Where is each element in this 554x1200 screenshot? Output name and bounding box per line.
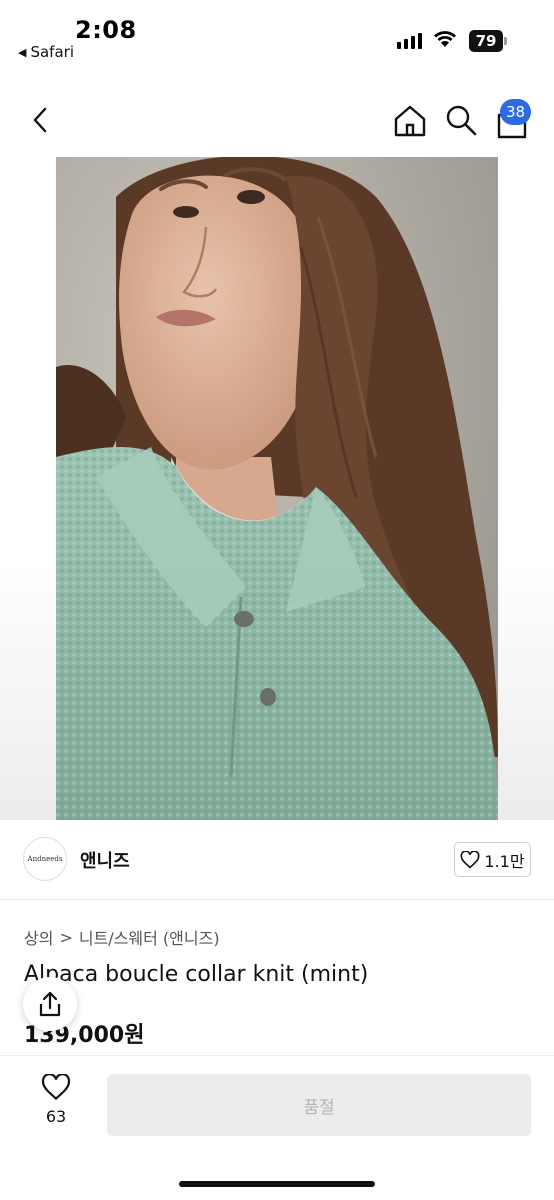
- chevron-left-icon: [33, 107, 47, 133]
- back-to-app-link[interactable]: ◀ Safari: [18, 43, 74, 61]
- wifi-icon: [434, 31, 456, 47]
- cart-count-badge: 38: [500, 99, 532, 125]
- back-app-label: Safari: [30, 43, 74, 61]
- wishlist-count: 63: [45, 1107, 67, 1126]
- status-time: 2:08: [75, 16, 137, 44]
- heart-outline-icon: [460, 850, 480, 868]
- brand-like-count: 1.1만: [484, 851, 525, 871]
- brand-like-button[interactable]: 1.1만: [454, 842, 531, 877]
- share-button[interactable]: [23, 977, 77, 1031]
- back-triangle-icon: ◀: [18, 45, 27, 59]
- wishlist-button[interactable]: 63: [26, 1074, 86, 1134]
- home-indicator: [179, 1181, 375, 1187]
- cellular-signal-icon: [397, 33, 422, 49]
- battery-level: 79: [469, 30, 503, 52]
- back-button[interactable]: [22, 102, 58, 138]
- brand-logo[interactable]: Andneeds: [23, 837, 67, 881]
- breadcrumb-subcategory[interactable]: 니트/스웨터 (앤니즈): [79, 925, 220, 949]
- heart-outline-icon: [41, 1074, 71, 1101]
- home-icon[interactable]: [391, 102, 429, 140]
- battery-icon: 79: [469, 30, 507, 52]
- search-icon[interactable]: [443, 102, 479, 138]
- status-bar: 2:08 ◀ Safari 79: [0, 0, 554, 70]
- breadcrumb-separator: >: [59, 927, 73, 947]
- breadcrumb: 상의 > 니트/스웨터 (앤니즈): [24, 925, 220, 949]
- product-title: Alpaca boucle collar knit (mint): [24, 962, 369, 987]
- sold-out-button[interactable]: 품절: [107, 1074, 531, 1136]
- brand-logo-text: Andneeds: [27, 855, 63, 863]
- model-photo: [56, 157, 498, 820]
- nav-bar: [0, 90, 554, 150]
- share-icon: [39, 991, 61, 1017]
- brand-row[interactable]: Andneeds 앤니즈 1.1만: [0, 820, 554, 900]
- brand-name[interactable]: 앤니즈: [80, 847, 130, 873]
- bottom-action-bar: 63 품절: [0, 1055, 554, 1200]
- product-image[interactable]: [56, 157, 498, 820]
- breadcrumb-category[interactable]: 상의: [24, 925, 53, 949]
